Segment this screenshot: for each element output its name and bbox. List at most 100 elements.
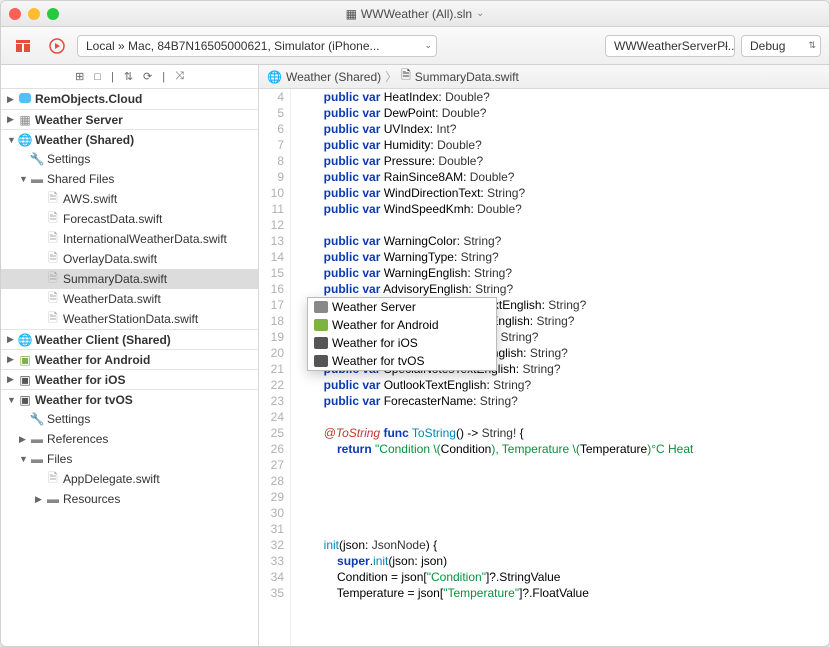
close-button[interactable] [9,8,21,20]
tvos-icon: ▣ [19,393,30,407]
run-button[interactable] [43,34,71,58]
chevron-down-icon[interactable]: ⌄ [476,8,484,19]
code-editor[interactable]: 4567891011121314151617181920212223242526… [259,89,829,646]
globe-icon: 🌐 [18,133,33,147]
tree-label: Weather for tvOS [35,393,133,407]
tree-label: Settings [47,152,90,166]
ide-window: ▦ WWWeather (All).sln ⌄ Local » Mac, 84B… [0,0,830,647]
tree-label: WeatherData.swift [63,292,161,306]
disclosure-arrow[interactable]: ▼ [19,174,29,184]
tree-item-weather-server[interactable]: ▶▦Weather Server [1,109,258,129]
file-icon: 🗎 [48,311,58,325]
project-label: WWWeatherServerPl... [614,39,735,53]
completion-item[interactable]: Weather Server [308,298,496,316]
completion-label: Weather for iOS [332,336,418,350]
disclosure-arrow[interactable]: ▶ [7,334,17,345]
tree-item-settings[interactable]: 🔧Settings [1,409,258,429]
tree-label: References [47,432,108,446]
tree-item-remobjects-cloud[interactable]: ▶RemObjects.Cloud [1,89,258,109]
completion-item[interactable]: Weather for Android [308,316,496,334]
tree-item-resources[interactable]: ▶▬Resources [1,489,258,509]
disclosure-arrow[interactable]: ▶ [7,374,17,385]
tool-shuffle-icon[interactable]: ⤨ [175,70,184,83]
tree-label: Resources [63,492,120,506]
editor-area: 🌐 Weather (Shared) 〉 🗎 SummaryData.swift… [259,65,829,646]
chevron-right-icon: 〉 [385,68,397,85]
breadcrumbs: 🌐 Weather (Shared) 〉 🗎 SummaryData.swift [259,65,829,89]
tree-item-weather-client-shared-[interactable]: ▶🌐Weather Client (Shared) [1,329,258,349]
tree-item-weather-for-ios[interactable]: ▶▣Weather for iOS [1,369,258,389]
disclosure-arrow[interactable]: ▶ [7,114,17,125]
tree-item-weatherdata-swift[interactable]: 🗎WeatherData.swift [1,289,258,309]
config-selector[interactable]: Debug ⇅ [741,35,821,57]
tree-label: Shared Files [47,172,114,186]
tvos-icon [314,355,328,367]
disclosure-arrow[interactable]: ▼ [19,454,29,464]
tree-label: Weather for iOS [35,373,125,387]
cloud-icon [19,93,31,103]
file-icon: 🗎 [48,211,58,225]
project-tree[interactable]: ▶RemObjects.Cloud▶▦Weather Server▼🌐Weath… [1,89,258,646]
crumb-project[interactable]: Weather (Shared) [286,70,381,84]
tree-item-shared-files[interactable]: ▼▬ Shared Files [1,169,258,189]
tree-label: Files [47,452,72,466]
tree-item-internationalweatherdata-swift[interactable]: 🗎InternationalWeatherData.swift [1,229,258,249]
file-icon: 🗎 [48,271,58,285]
completion-item[interactable]: Weather for iOS [308,334,496,352]
gear-icon: 🔧 [30,152,45,166]
sidebar: ⊞ □ | ⇅ ⟳ | ⤨ ▶RemObjects.Cloud▶▦Weather… [1,65,259,646]
solution-icon: ▦ [346,7,357,21]
tree-item-summarydata-swift[interactable]: 🗎SummaryData.swift [1,269,258,289]
tool-outline-icon[interactable]: ⊞ [75,70,84,83]
tree-label: Weather Server [35,113,123,127]
tree-item-aws-swift[interactable]: 🗎AWS.swift [1,189,258,209]
tree-item-overlaydata-swift[interactable]: 🗎OverlayData.swift [1,249,258,269]
crumb-file[interactable]: SummaryData.swift [415,70,519,84]
disclosure-arrow[interactable]: ▼ [7,395,17,405]
file-icon: 🗎 [48,191,58,205]
tool-filter-icon[interactable]: □ [94,71,101,83]
tree-item-weather-for-tvos[interactable]: ▼▣ Weather for tvOS [1,389,258,409]
disclosure-arrow[interactable]: ▶ [7,354,17,365]
tree-label: Weather for Android [35,353,150,367]
chevron-down-icon: ⌄ [722,40,730,51]
chevron-down-icon: ⌄ [424,40,432,51]
disclosure-arrow[interactable]: ▶ [35,494,45,505]
tree-label: WeatherStationData.swift [63,312,198,326]
project-selector[interactable]: WWWeatherServerPl... ⌄ [605,35,735,57]
file-icon: 🗎 [401,66,411,87]
tool-sort-icon[interactable]: ⇅ [124,70,133,83]
tree-item-weather-for-android[interactable]: ▶▣Weather for Android [1,349,258,369]
build-button[interactable] [9,34,37,58]
folder-icon: ▬ [31,452,43,466]
tree-item-weatherstationdata-swift[interactable]: 🗎 WeatherStationData.swift [1,309,258,329]
target-label: Local » Mac, 84B7N16505000621, Simulator… [86,39,380,53]
window-title: ▦ WWWeather (All).sln ⌄ [346,7,485,21]
line-gutter: 4567891011121314151617181920212223242526… [259,89,291,646]
completion-label: Weather for tvOS [332,354,424,368]
disclosure-arrow[interactable]: ▶ [7,94,17,105]
file-icon: 🗎 [48,251,58,265]
zoom-button[interactable] [47,8,59,20]
folder-icon: ▬ [31,432,43,446]
divider: | [111,71,114,83]
file-icon: 🗎 [48,471,58,485]
disclosure-arrow[interactable]: ▶ [19,434,29,445]
tree-item-files[interactable]: ▼▬ Files [1,449,258,469]
tree-item-references[interactable]: ▶▬ References [1,429,258,449]
folder-icon: ▬ [31,172,43,186]
tool-refresh-icon[interactable]: ⟳ [143,70,152,83]
tree-item-appdelegate-swift[interactable]: 🗎AppDelegate.swift [1,469,258,489]
tree-item-settings[interactable]: 🔧Settings [1,149,258,169]
disclosure-arrow[interactable]: ▼ [7,135,17,145]
tree-item-forecastdata-swift[interactable]: 🗎ForecastData.swift [1,209,258,229]
target-selector[interactable]: Local » Mac, 84B7N16505000621, Simulator… [77,35,437,57]
title-text: WWWeather (All).sln [361,7,472,21]
titlebar: ▦ WWWeather (All).sln ⌄ [1,1,829,27]
completion-item[interactable]: Weather for tvOS [308,352,496,370]
completion-popup[interactable]: Weather ServerWeather for Android Weather… [307,297,497,371]
minimize-button[interactable] [28,8,40,20]
tree-label: InternationalWeatherData.swift [63,232,227,246]
toolbar: Local » Mac, 84B7N16505000621, Simulator… [1,27,829,65]
tree-item-weather-shared-[interactable]: ▼🌐Weather (Shared) [1,129,258,149]
